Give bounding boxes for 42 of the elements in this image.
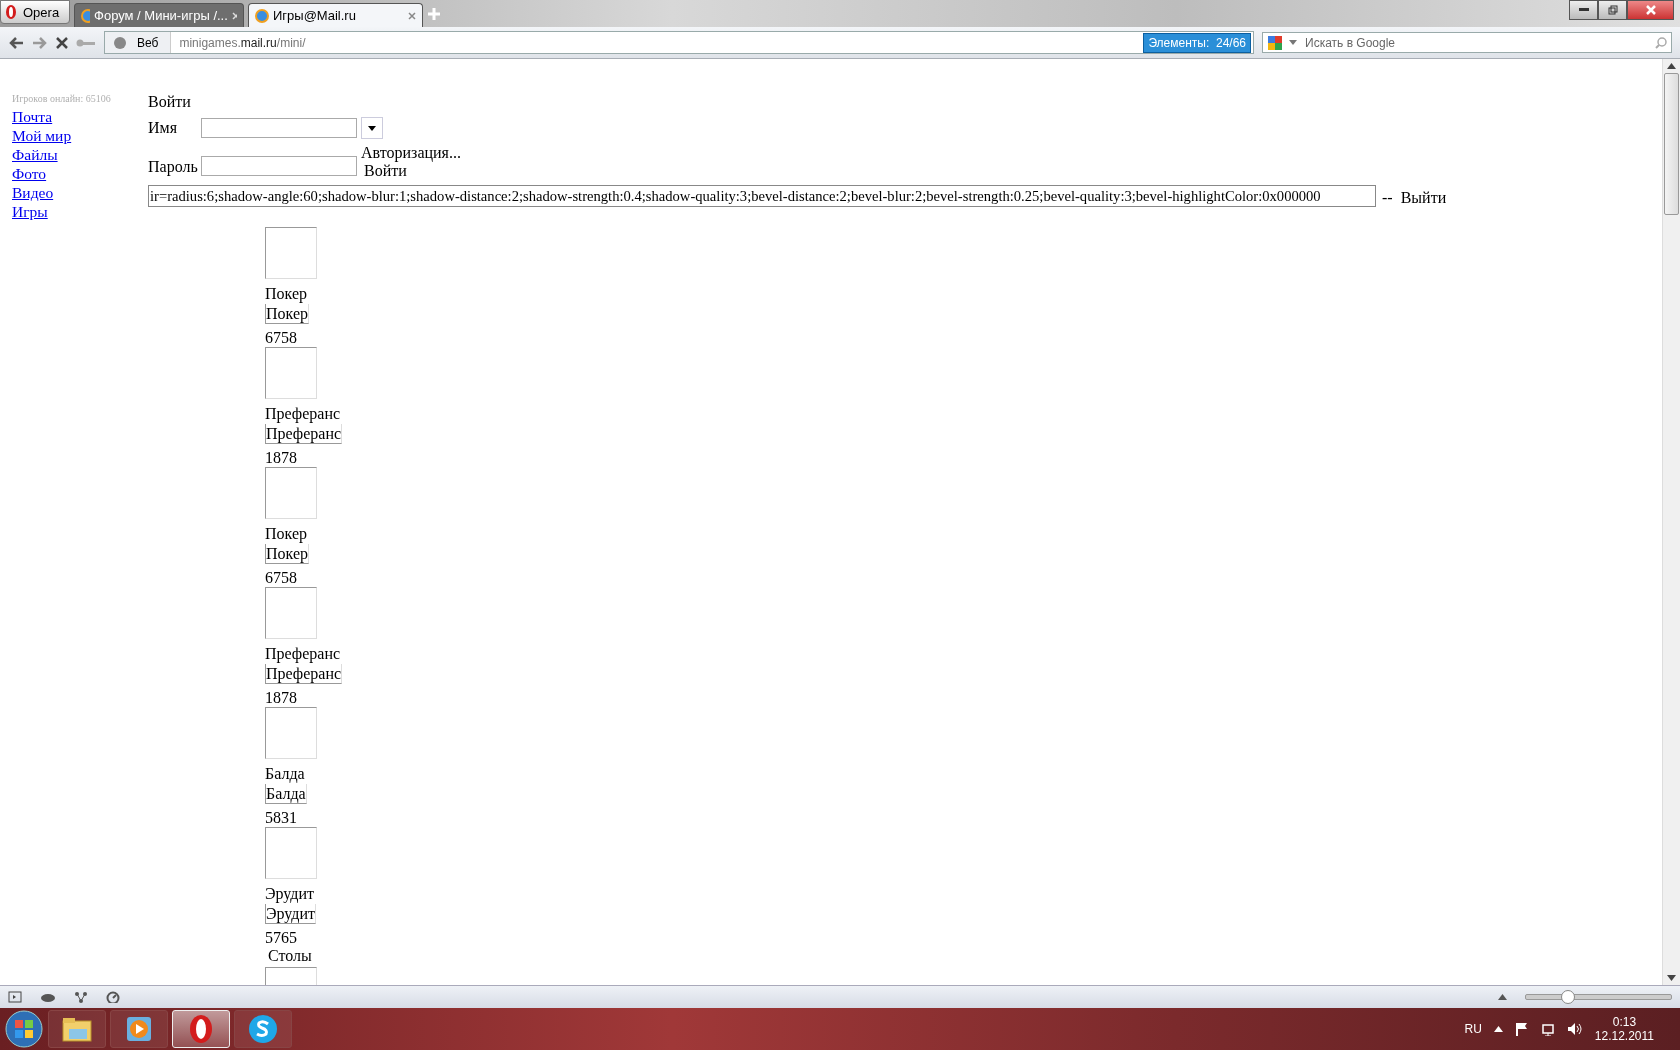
game-link[interactable]: Преферанс xyxy=(265,664,343,684)
search-field[interactable]: Искать в Google xyxy=(1262,32,1672,53)
game-link[interactable]: Балда xyxy=(265,784,307,804)
game-name: Балда xyxy=(265,765,306,783)
nav-link[interactable]: Фото xyxy=(12,164,148,183)
login-title: Войти xyxy=(148,93,192,111)
player-count: 1878 xyxy=(265,689,298,707)
opera-menu-button[interactable]: Opera xyxy=(0,0,70,24)
game-name: Эрудит xyxy=(265,885,316,903)
name-label: Имя xyxy=(148,119,179,137)
login-link[interactable]: Войти xyxy=(364,162,461,180)
player-count: 6758 xyxy=(265,569,298,587)
authorization-text: Авторизация... xyxy=(361,144,461,162)
nav-link[interactable]: Игры xyxy=(12,202,148,221)
game-name: Преферанс xyxy=(265,405,342,423)
password-label: Пароль xyxy=(148,158,199,176)
game-name: Преферанс xyxy=(265,645,342,663)
game-name: Покер xyxy=(265,285,309,303)
nav-link[interactable]: Мой мир xyxy=(12,126,148,145)
player-count: 5765 xyxy=(265,929,298,947)
language-indicator[interactable]: RU xyxy=(1464,1022,1482,1036)
nav-link[interactable]: Почта xyxy=(12,107,148,126)
clock[interactable]: 0:13 12.12.2011 xyxy=(1594,1015,1654,1043)
url-text[interactable]: minigames.mail.ru/mini/ xyxy=(171,35,1144,50)
online-count: Игроков онлайн: 65106 xyxy=(12,93,112,104)
game-link[interactable]: Покер xyxy=(265,544,310,564)
separator-text: -- xyxy=(1382,189,1393,207)
game-name: Покер xyxy=(265,525,309,543)
browser-tab[interactable]: Форум / Мини-игры /... xyxy=(74,3,244,27)
game-link[interactable]: Эрудит xyxy=(265,904,317,924)
player-count: 1878 xyxy=(265,449,298,467)
web-scheme-button[interactable]: Веб xyxy=(105,32,172,53)
browser-tab[interactable]: Игры@Mail.ru xyxy=(248,3,423,27)
game-link[interactable]: Покер xyxy=(265,304,310,324)
logout-link[interactable]: Выйти xyxy=(1400,189,1447,207)
player-count: 6758 xyxy=(265,329,298,347)
nav-link[interactable]: Видео xyxy=(12,183,148,202)
style-input[interactable]: ir=radius:6;shadow-angle:60;shadow-blur:1;shadow-distance:2;shadow-strength:0.4;shadow-quality:3;bevel-distance:2;bevel-blur:2;bevel-strength:0.25;bevel-quality:3;bevel-highlightColor:0x000000 xyxy=(148,185,1376,207)
tables-heading: Столы xyxy=(268,947,313,965)
nav-link[interactable]: Файлы xyxy=(12,145,148,164)
game-link[interactable]: Преферанс xyxy=(265,424,343,444)
player-count: 5831 xyxy=(265,809,298,827)
